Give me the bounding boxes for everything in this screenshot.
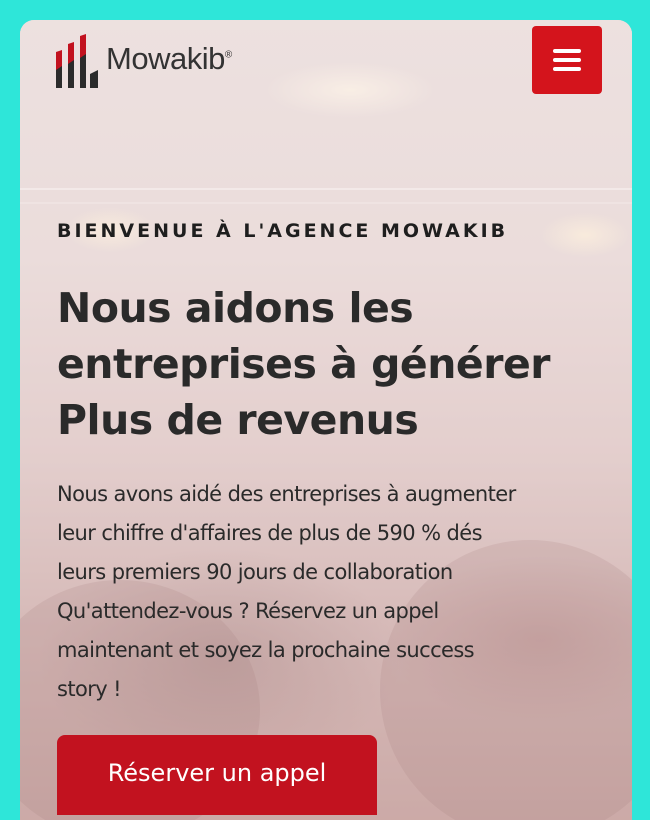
brand-logo[interactable]: Mowakib®: [52, 30, 232, 88]
headline-line: entreprises à générer: [57, 340, 550, 388]
description-line: leurs premiers 90 jours de collaboration: [57, 560, 453, 584]
description-line: maintenant et soyez la prochaine success: [57, 638, 475, 662]
description-line: Nous avons aidé des entreprises à augmen…: [57, 482, 516, 506]
hamburger-menu-icon: [553, 49, 581, 71]
headline-line: Nous aidons les: [57, 284, 414, 332]
mowakib-logo-icon: [56, 34, 98, 88]
headline-line: Plus de revenus: [57, 396, 419, 444]
hero-headline: Nous aidons les entreprises à générer Pl…: [57, 280, 617, 448]
description-line: Qu'attendez-vous ? Réservez un appel: [57, 599, 439, 623]
brand-name: Mowakib®: [106, 41, 232, 76]
book-call-button[interactable]: Réserver un appel: [57, 735, 377, 815]
description-line: leur chiffre d'affaires de plus de 590 %…: [57, 521, 483, 545]
hero-description: Nous avons aidé des entreprises à augmen…: [57, 475, 617, 709]
description-line: story !: [57, 677, 122, 701]
hero-eyebrow: BIENVENUE À L'AGENCE MOWAKIB: [57, 220, 509, 242]
menu-button[interactable]: [532, 26, 602, 94]
page-frame: Mowakib® BIENVENUE À L'AGENCE MOWAKIB No…: [20, 20, 632, 820]
